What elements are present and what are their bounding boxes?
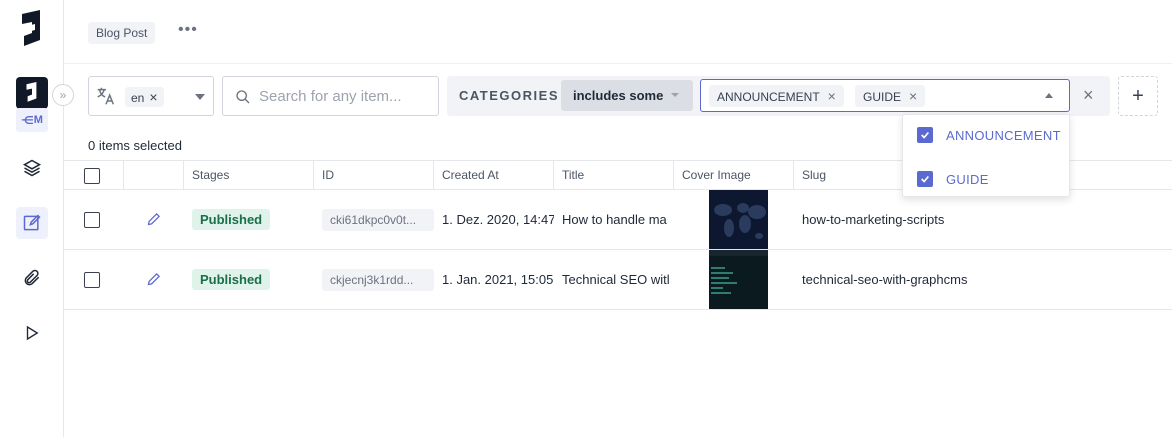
search-icon: [236, 90, 250, 104]
table-row[interactable]: Published cki61dkpc0v0t... 1. Dez. 2020,…: [64, 190, 1172, 250]
sidebar-item-playground[interactable]: [16, 317, 48, 349]
column-header-cover-image[interactable]: Cover Image: [674, 161, 794, 190]
select-all-checkbox[interactable]: [84, 167, 100, 184]
id-chip[interactable]: cki61dkpc0v0t...: [322, 208, 434, 231]
pencil-icon: [147, 272, 161, 286]
table-row[interactable]: Published ckjecnj3k1rdd... 1. Jan. 2021,…: [64, 250, 1172, 310]
checkbox-checked-icon[interactable]: [917, 171, 933, 187]
close-icon[interactable]: ×: [909, 88, 917, 104]
more-options-button[interactable]: •••: [178, 21, 198, 39]
select-all-cell: [64, 161, 124, 190]
search-input[interactable]: [259, 85, 429, 107]
play-icon: [26, 325, 39, 341]
selection-count: 0 items selected: [88, 138, 182, 153]
expand-sidebar-button[interactable]: »: [52, 84, 74, 106]
status-badge: Published: [192, 269, 271, 290]
model-name-tag: Blog Post: [88, 22, 156, 44]
checkbox-checked-icon[interactable]: [917, 127, 933, 143]
value-chip: GUIDE ×: [855, 85, 926, 107]
close-icon[interactable]: ×: [828, 88, 836, 104]
created-at-cell: 1. Jan. 2021, 15:05: [442, 272, 554, 287]
chevron-down-icon: [671, 93, 679, 97]
locale-chip: en ×: [125, 87, 164, 107]
remove-filter-button[interactable]: ×: [1083, 85, 1094, 106]
chevron-down-icon[interactable]: [195, 94, 205, 100]
pencil-icon: [147, 212, 161, 226]
status-badge: Published: [192, 209, 271, 230]
column-header-title[interactable]: Title: [554, 161, 674, 190]
value-chip-label: GUIDE: [863, 90, 902, 104]
dropdown-option-label: ANNOUNCEMENT: [946, 127, 1061, 143]
close-icon[interactable]: ×: [149, 89, 157, 105]
edit-button[interactable]: [124, 250, 184, 309]
column-header-id[interactable]: ID: [314, 161, 434, 190]
slug-cell: how-to-marketing-scripts: [802, 212, 945, 227]
row-checkbox[interactable]: [84, 211, 100, 228]
environment-switcher[interactable]: ⋲ M: [16, 108, 48, 132]
project-avatar[interactable]: [16, 77, 48, 109]
branch-icon: ⋲: [21, 114, 34, 127]
sidebar-item-assets[interactable]: [16, 262, 48, 294]
locale-selector[interactable]: en ×: [88, 76, 214, 116]
chevron-up-icon[interactable]: [1045, 93, 1053, 98]
add-filter-button[interactable]: +: [1118, 76, 1158, 116]
dropdown-option[interactable]: ANNOUNCEMENT: [917, 125, 1061, 145]
layers-icon: [22, 159, 42, 177]
values-dropdown: ANNOUNCEMENT GUIDE: [902, 114, 1070, 197]
filter-field-label: CATEGORIES: [459, 88, 559, 103]
sidebar: ⋲ M: [0, 0, 64, 437]
paperclip-icon: [24, 269, 40, 286]
header: Blog Post •••: [64, 0, 1172, 64]
title-cell: How to handle ma: [562, 212, 667, 227]
row-checkbox[interactable]: [84, 271, 100, 288]
dropdown-option-label: GUIDE: [946, 171, 989, 187]
id-chip[interactable]: ckjecnj3k1rdd...: [322, 268, 434, 291]
locale-chip-label: en: [131, 91, 145, 105]
search-box: [222, 76, 439, 116]
column-header-stages[interactable]: Stages: [184, 161, 314, 190]
operator-value: includes some: [573, 88, 664, 103]
dropdown-option[interactable]: GUIDE: [917, 169, 989, 189]
slug-cell: technical-seo-with-graphcms: [802, 272, 968, 287]
edit-icon: [23, 214, 41, 231]
cover-image-thumbnail[interactable]: [709, 250, 768, 309]
value-chip: ANNOUNCEMENT ×: [709, 85, 844, 107]
app-logo[interactable]: [18, 10, 46, 50]
actions-header: [124, 161, 184, 190]
sidebar-item-content[interactable]: [16, 207, 48, 239]
category-filter: CATEGORIES includes some ANNOUNCEMENT × G…: [447, 76, 1110, 116]
created-at-cell: 1. Dez. 2020, 14:47: [442, 212, 554, 227]
values-select[interactable]: ANNOUNCEMENT × GUIDE ×: [700, 79, 1070, 112]
double-chevron-right-icon: »: [59, 88, 67, 102]
edit-button[interactable]: [124, 190, 184, 249]
translate-icon: [95, 85, 117, 110]
operator-select[interactable]: includes some: [561, 80, 693, 111]
cover-image-thumbnail[interactable]: [709, 190, 768, 249]
value-chip-label: ANNOUNCEMENT: [717, 90, 820, 104]
column-header-created-at[interactable]: Created At: [434, 161, 554, 190]
environment-label: M: [33, 114, 43, 126]
title-cell: Technical SEO witl: [562, 272, 670, 287]
sidebar-item-schema[interactable]: [16, 152, 48, 184]
